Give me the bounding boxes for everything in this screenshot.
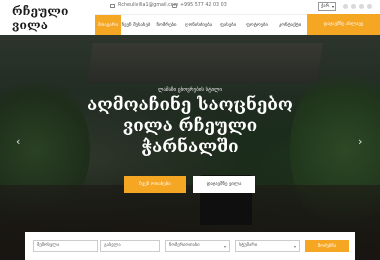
- guests-value: სტუმარი: [239, 243, 258, 248]
- facebook-icon[interactable]: [343, 4, 348, 9]
- nav-item-photos[interactable]: ფოტოები: [241, 15, 273, 36]
- nav-item-home[interactable]: მთავარი: [95, 15, 121, 36]
- email-contact[interactable]: Rcheulivilla1@gmail.com: [110, 3, 178, 8]
- book-now-button[interactable]: დაჯავშნე ახლავე: [307, 14, 380, 35]
- email-text: Rcheulivilla1@gmail.com: [118, 3, 179, 8]
- nav-item-events[interactable]: ღონისძიება: [182, 15, 215, 36]
- checkin-placeholder: შემოსვლა: [37, 243, 60, 248]
- phone-contact[interactable]: +995 577 42 03 03: [172, 3, 227, 8]
- nav-item-about[interactable]: ჩვენ შესახებ: [121, 15, 151, 36]
- hero-subtitle: ლამაზი ცხოვრების სტილი: [158, 87, 222, 93]
- youtube-icon[interactable]: [359, 4, 364, 9]
- logo-text: რჩეული ვილა: [12, 3, 69, 32]
- guests-select[interactable]: სტუმარი ▾: [235, 240, 300, 252]
- chevron-down-icon: ▾: [223, 244, 226, 249]
- prev-slide-arrow-icon[interactable]: ‹: [16, 135, 20, 148]
- instagram-icon[interactable]: [351, 4, 356, 9]
- our-rooms-button[interactable]: ჩვენ ოთახები: [124, 176, 186, 193]
- rooms-select[interactable]: ნომერიოთახი ▾: [165, 240, 230, 252]
- main-navigation: მთავარი ჩვენ შესახებ ნომრები ღონისძიება …: [95, 14, 307, 36]
- language-value: ქარ: [321, 4, 330, 9]
- chevron-down-icon: ▾: [331, 4, 334, 9]
- nav-item-prices[interactable]: ფასები: [215, 15, 241, 36]
- booking-form: შემოსვლა გასვლა ნომერიოთახი ▾ სტუმარი ▾ …: [25, 232, 355, 260]
- next-slide-arrow-icon[interactable]: ›: [358, 135, 362, 148]
- phone-text: +995 577 42 03 03: [180, 3, 227, 8]
- envelope-icon: [110, 3, 115, 8]
- nav-item-contact[interactable]: კონტაქტი: [273, 15, 307, 36]
- checkout-date-field[interactable]: გასვლა: [100, 240, 160, 252]
- phone-icon: [172, 3, 177, 8]
- language-select[interactable]: ქარ ▾: [318, 2, 336, 11]
- hero-title: აღმოაჩინე საოცნებო ვილა რჩეული ჭარნალში: [87, 95, 293, 157]
- checkout-placeholder: გასვლა: [104, 243, 121, 248]
- hero-slider: ლამაზი ცხოვრების სტილი აღმოაჩინე საოცნებ…: [0, 35, 380, 260]
- search-availability-button[interactable]: მოძებნა: [305, 240, 349, 252]
- site-logo[interactable]: რჩეული ვილა: [0, 0, 95, 35]
- checkin-date-field[interactable]: შემოსვლა: [33, 240, 98, 252]
- nav-item-rooms[interactable]: ნომრები: [151, 15, 182, 36]
- tripadvisor-icon[interactable]: [367, 4, 372, 9]
- book-villa-button[interactable]: დაჯავშნე ვილა: [193, 176, 255, 193]
- rooms-value: ნომერიოთახი: [169, 243, 200, 248]
- chevron-down-icon: ▾: [293, 244, 296, 249]
